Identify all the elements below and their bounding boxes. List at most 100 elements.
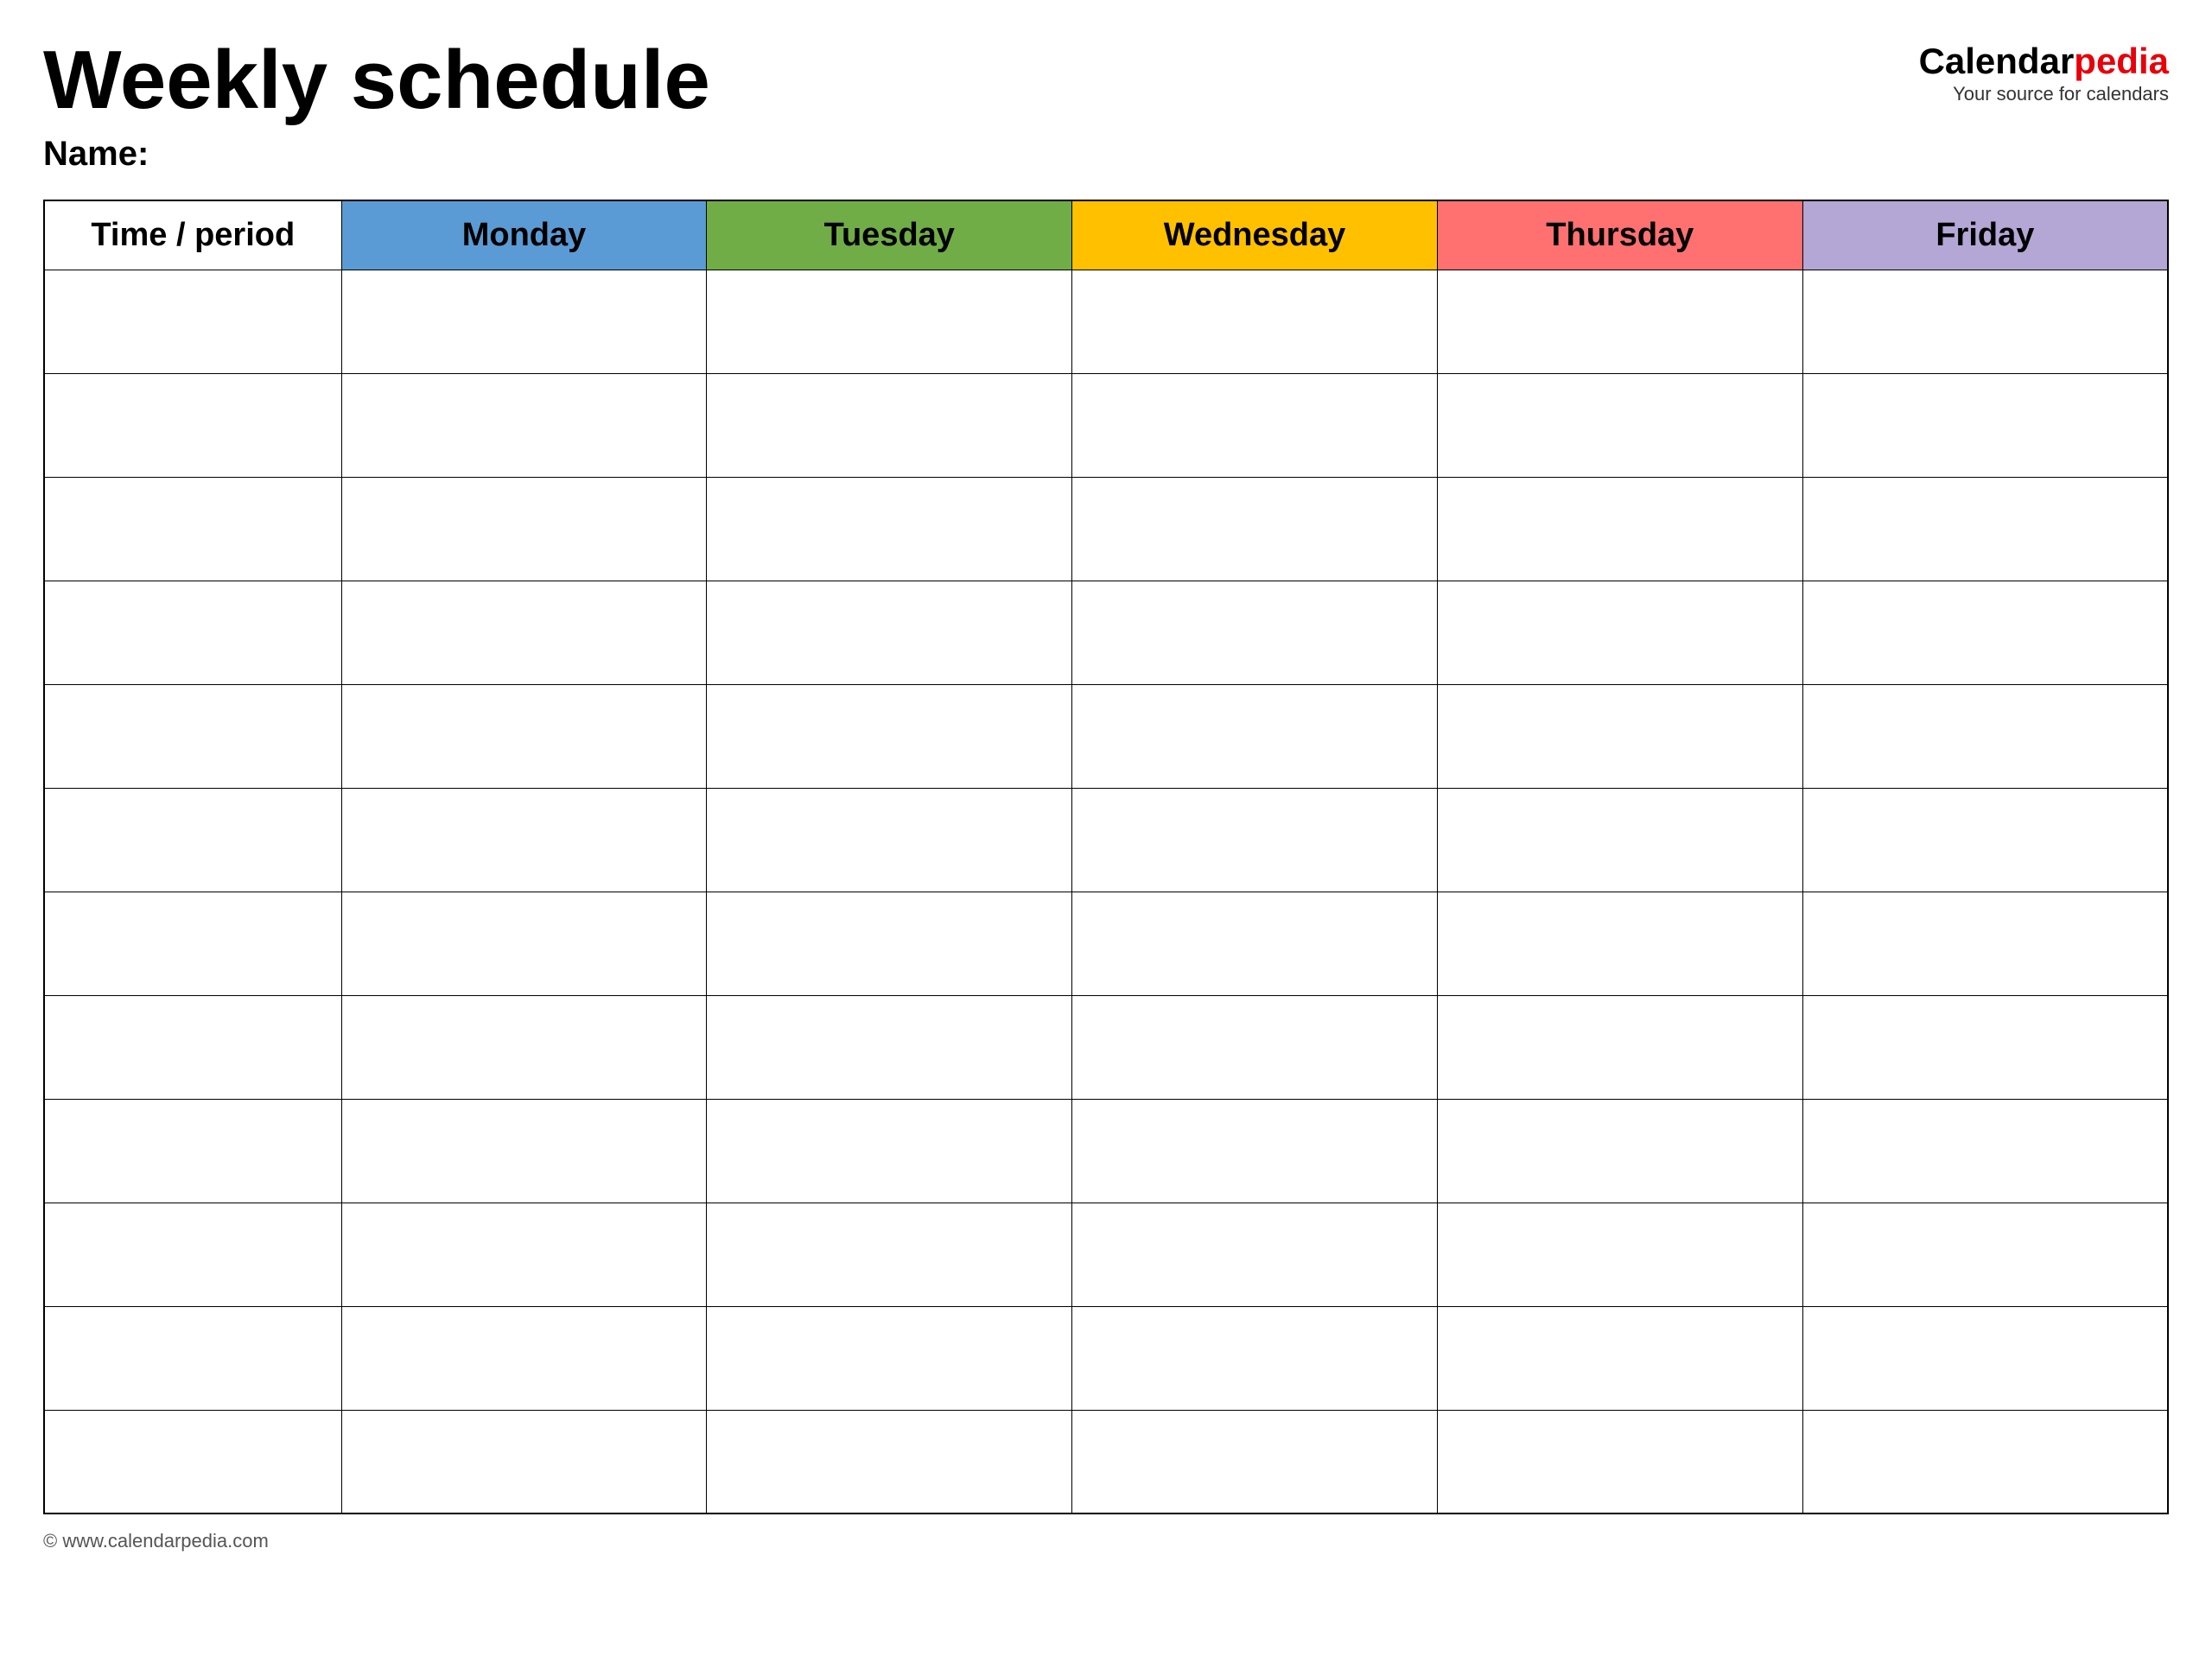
table-row xyxy=(44,373,2168,477)
name-label: Name: xyxy=(43,135,2169,174)
day-cell[interactable] xyxy=(341,270,707,373)
brand-tagline: Your source for calendars xyxy=(1953,83,2169,105)
day-cell[interactable] xyxy=(1437,995,1802,1099)
table-row xyxy=(44,684,2168,788)
schedule-table: Time / period Monday Tuesday Wednesday T… xyxy=(43,200,2169,1515)
day-cell[interactable] xyxy=(1072,1099,1438,1203)
day-cell[interactable] xyxy=(1072,477,1438,581)
day-cell[interactable] xyxy=(341,684,707,788)
day-cell[interactable] xyxy=(707,270,1072,373)
col-header-time: Time / period xyxy=(44,200,341,270)
day-cell[interactable] xyxy=(341,1410,707,1514)
day-cell[interactable] xyxy=(1437,684,1802,788)
day-cell[interactable] xyxy=(1802,788,2168,892)
day-cell[interactable] xyxy=(341,477,707,581)
day-cell[interactable] xyxy=(707,1410,1072,1514)
header-row: Time / period Monday Tuesday Wednesday T… xyxy=(44,200,2168,270)
table-row xyxy=(44,892,2168,995)
col-header-tuesday: Tuesday xyxy=(707,200,1072,270)
day-cell[interactable] xyxy=(1072,1410,1438,1514)
day-cell[interactable] xyxy=(1437,477,1802,581)
day-cell[interactable] xyxy=(1802,1099,2168,1203)
day-cell[interactable] xyxy=(1437,581,1802,684)
brand-area: Calendarpedia Your source for calendars xyxy=(1919,35,2169,105)
day-cell[interactable] xyxy=(1802,373,2168,477)
time-cell[interactable] xyxy=(44,684,341,788)
table-row xyxy=(44,1410,2168,1514)
day-cell[interactable] xyxy=(1437,270,1802,373)
day-cell[interactable] xyxy=(1072,995,1438,1099)
day-cell[interactable] xyxy=(1437,788,1802,892)
table-row xyxy=(44,270,2168,373)
col-header-friday: Friday xyxy=(1802,200,2168,270)
day-cell[interactable] xyxy=(341,1306,707,1410)
page-title: Weekly schedule xyxy=(43,35,1919,126)
day-cell[interactable] xyxy=(707,1099,1072,1203)
day-cell[interactable] xyxy=(707,684,1072,788)
time-cell[interactable] xyxy=(44,1203,341,1306)
day-cell[interactable] xyxy=(1802,1410,2168,1514)
day-cell[interactable] xyxy=(1802,477,2168,581)
day-cell[interactable] xyxy=(707,995,1072,1099)
day-cell[interactable] xyxy=(1437,1410,1802,1514)
day-cell[interactable] xyxy=(1437,892,1802,995)
day-cell[interactable] xyxy=(341,995,707,1099)
table-row xyxy=(44,995,2168,1099)
day-cell[interactable] xyxy=(1802,684,2168,788)
day-cell[interactable] xyxy=(1437,373,1802,477)
table-header: Time / period Monday Tuesday Wednesday T… xyxy=(44,200,2168,270)
day-cell[interactable] xyxy=(341,788,707,892)
day-cell[interactable] xyxy=(1072,373,1438,477)
time-cell[interactable] xyxy=(44,1410,341,1514)
day-cell[interactable] xyxy=(1437,1099,1802,1203)
day-cell[interactable] xyxy=(1072,788,1438,892)
brand-logo-accent: pedia xyxy=(2074,41,2169,81)
day-cell[interactable] xyxy=(1437,1203,1802,1306)
day-cell[interactable] xyxy=(707,477,1072,581)
day-cell[interactable] xyxy=(1802,270,2168,373)
day-cell[interactable] xyxy=(707,1203,1072,1306)
table-row xyxy=(44,581,2168,684)
time-cell[interactable] xyxy=(44,1099,341,1203)
day-cell[interactable] xyxy=(1437,1306,1802,1410)
day-cell[interactable] xyxy=(341,1203,707,1306)
table-body xyxy=(44,270,2168,1514)
table-row xyxy=(44,1306,2168,1410)
time-cell[interactable] xyxy=(44,373,341,477)
table-row xyxy=(44,1099,2168,1203)
day-cell[interactable] xyxy=(341,1099,707,1203)
table-row xyxy=(44,1203,2168,1306)
col-header-monday: Monday xyxy=(341,200,707,270)
day-cell[interactable] xyxy=(707,788,1072,892)
time-cell[interactable] xyxy=(44,581,341,684)
time-cell[interactable] xyxy=(44,1306,341,1410)
day-cell[interactable] xyxy=(1802,1203,2168,1306)
time-cell[interactable] xyxy=(44,477,341,581)
day-cell[interactable] xyxy=(1072,684,1438,788)
day-cell[interactable] xyxy=(707,373,1072,477)
time-cell[interactable] xyxy=(44,995,341,1099)
footer-url: © www.calendarpedia.com xyxy=(43,1530,2169,1552)
time-cell[interactable] xyxy=(44,892,341,995)
day-cell[interactable] xyxy=(1072,270,1438,373)
day-cell[interactable] xyxy=(341,373,707,477)
day-cell[interactable] xyxy=(341,892,707,995)
day-cell[interactable] xyxy=(707,1306,1072,1410)
day-cell[interactable] xyxy=(1802,1306,2168,1410)
page-wrapper: Weekly schedule Calendarpedia Your sourc… xyxy=(43,35,2169,1552)
table-row xyxy=(44,477,2168,581)
day-cell[interactable] xyxy=(707,581,1072,684)
day-cell[interactable] xyxy=(341,581,707,684)
day-cell[interactable] xyxy=(1802,892,2168,995)
day-cell[interactable] xyxy=(1802,581,2168,684)
day-cell[interactable] xyxy=(1072,1306,1438,1410)
day-cell[interactable] xyxy=(1072,1203,1438,1306)
col-header-thursday: Thursday xyxy=(1437,200,1802,270)
time-cell[interactable] xyxy=(44,270,341,373)
col-header-wednesday: Wednesday xyxy=(1072,200,1438,270)
time-cell[interactable] xyxy=(44,788,341,892)
day-cell[interactable] xyxy=(707,892,1072,995)
day-cell[interactable] xyxy=(1802,995,2168,1099)
day-cell[interactable] xyxy=(1072,892,1438,995)
day-cell[interactable] xyxy=(1072,581,1438,684)
